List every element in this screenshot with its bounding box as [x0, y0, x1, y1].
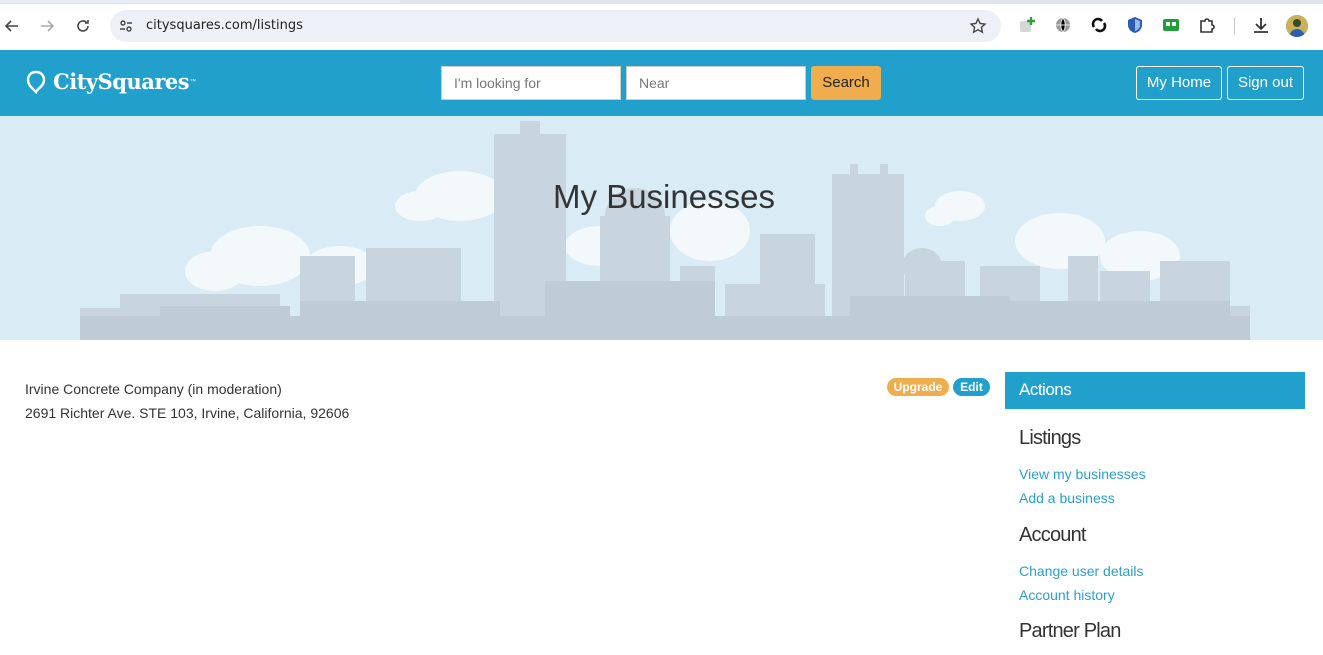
toolbar-divider	[1234, 17, 1235, 35]
shield-icon[interactable]	[1125, 15, 1145, 35]
globe-icon[interactable]	[1053, 15, 1073, 35]
listings-heading: Listings	[1019, 427, 1081, 449]
reload-icon[interactable]	[71, 14, 95, 38]
actions-header: Actions	[1005, 372, 1305, 409]
url-text: citysquares.com/listings	[146, 18, 303, 33]
city-skyline-illustration	[80, 121, 1250, 340]
bookmark-star-icon[interactable]	[969, 17, 987, 35]
search-button[interactable]: Search	[811, 66, 881, 100]
search-what-placeholder: I'm looking for	[454, 75, 541, 91]
search-near-input[interactable]: Near	[626, 66, 806, 100]
upgrade-badge-button[interactable]: Upgrade	[887, 378, 949, 396]
change-user-details-link[interactable]: Change user details	[1019, 563, 1144, 579]
site-info-icon[interactable]	[118, 18, 134, 34]
logo-pin-icon	[26, 70, 46, 94]
partner-plan-heading: Partner Plan	[1019, 620, 1121, 642]
forward-icon[interactable]	[35, 14, 59, 38]
view-my-businesses-link[interactable]: View my businesses	[1019, 466, 1146, 482]
add-a-business-link[interactable]: Add a business	[1019, 490, 1115, 506]
business-name: Irvine Concrete Company (in moderation)	[25, 381, 282, 397]
account-history-link[interactable]: Account history	[1019, 587, 1115, 603]
extensions-puzzle-icon[interactable]	[1197, 15, 1217, 35]
extension-add-icon[interactable]	[1017, 15, 1037, 35]
profile-avatar[interactable]	[1286, 15, 1308, 37]
my-home-button[interactable]: My Home	[1136, 66, 1222, 100]
citysquares-logo[interactable]: CitySquares ™	[25, 69, 196, 94]
sync-extension-icon[interactable]	[1089, 15, 1109, 35]
edit-badge-button[interactable]: Edit	[953, 378, 990, 396]
search-near-placeholder: Near	[639, 75, 670, 91]
hero-banner: My Businesses	[0, 116, 1323, 340]
back-icon[interactable]	[0, 14, 24, 38]
site-header: CitySquares ™ I'm looking for Near Searc…	[0, 50, 1323, 116]
browser-chrome: citysquares.com/listings	[0, 0, 1323, 50]
business-address: 2691 Richter Ave. STE 103, Irvine, Calif…	[25, 405, 350, 421]
logo-text: CitySquares	[53, 69, 190, 94]
download-icon[interactable]	[1251, 15, 1271, 35]
tab-strip	[0, 0, 1323, 4]
account-heading: Account	[1019, 524, 1086, 546]
address-bar[interactable]: citysquares.com/listings	[110, 10, 1001, 42]
search-what-input[interactable]: I'm looking for	[441, 66, 621, 100]
logo-trademark: ™	[190, 78, 197, 85]
page-title: My Businesses	[553, 178, 775, 215]
sign-out-button[interactable]: Sign out	[1227, 66, 1304, 100]
green-extension-icon[interactable]	[1161, 15, 1181, 35]
